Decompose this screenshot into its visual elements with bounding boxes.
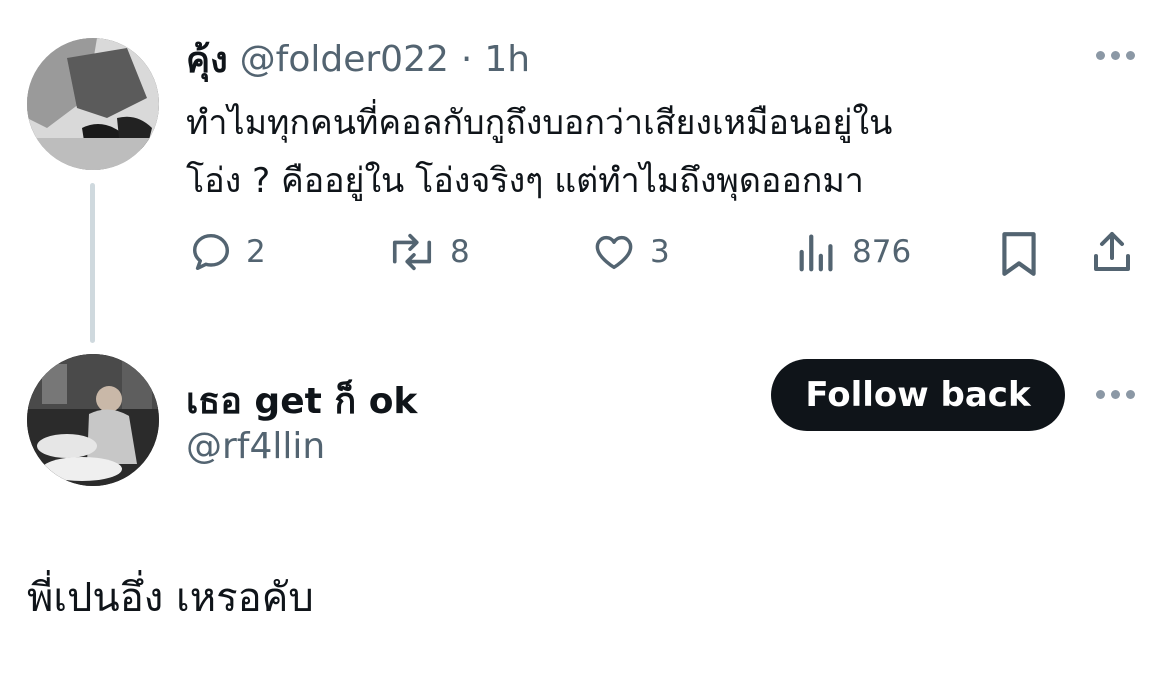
bookmark-icon bbox=[1002, 232, 1036, 276]
follow-back-button[interactable]: Follow back bbox=[771, 359, 1065, 431]
share-button[interactable] bbox=[1088, 226, 1136, 278]
like-icon bbox=[595, 235, 633, 270]
retweet-icon bbox=[392, 233, 432, 271]
user-handle[interactable]: @rf4llin bbox=[186, 426, 325, 467]
view-count: 876 bbox=[852, 234, 912, 270]
thread-line bbox=[90, 183, 95, 343]
views-button[interactable]: 876 bbox=[796, 226, 911, 278]
like-button[interactable]: 3 bbox=[590, 226, 670, 278]
avatar[interactable] bbox=[27, 354, 159, 486]
author-handle[interactable]: @folder022 bbox=[240, 39, 449, 80]
tweet-header: คุ้ง @folder022 · 1h bbox=[186, 36, 530, 82]
bookmark-button[interactable] bbox=[998, 228, 1040, 280]
author-name[interactable]: คุ้ง bbox=[186, 31, 228, 88]
reply-button[interactable]: 2 bbox=[188, 226, 266, 278]
more-icon[interactable] bbox=[1096, 51, 1135, 60]
reply-count: 2 bbox=[246, 234, 266, 270]
like-count: 3 bbox=[650, 234, 670, 270]
tweet-text: ทำไมทุกคนที่คอลกับกูถึงบอกว่าเสียงเหมือน… bbox=[186, 94, 1146, 210]
tweet-time[interactable]: 1h bbox=[484, 39, 530, 80]
views-icon bbox=[799, 234, 833, 272]
avatar[interactable] bbox=[27, 38, 159, 170]
retweet-button[interactable]: 8 bbox=[384, 226, 470, 278]
retweet-count: 8 bbox=[450, 234, 470, 270]
separator-dot: · bbox=[460, 38, 473, 80]
user-name[interactable]: เธอ get ก็ ok bbox=[186, 372, 417, 429]
reply-icon bbox=[192, 233, 230, 271]
share-icon bbox=[1094, 232, 1130, 271]
tweet-text-line: ทำไมทุกคนที่คอลกับกูถึงบอกว่าเสียงเหมือน… bbox=[186, 103, 893, 143]
tweet-text-line: โอ่ง ? คืออยู่ใน โอ่งจริงๆ แต่ทำไมถึงพุด… bbox=[186, 161, 864, 201]
reply-text: พี่เปนอึ่ง เหรอคับ bbox=[27, 575, 314, 621]
more-icon[interactable] bbox=[1096, 390, 1135, 399]
